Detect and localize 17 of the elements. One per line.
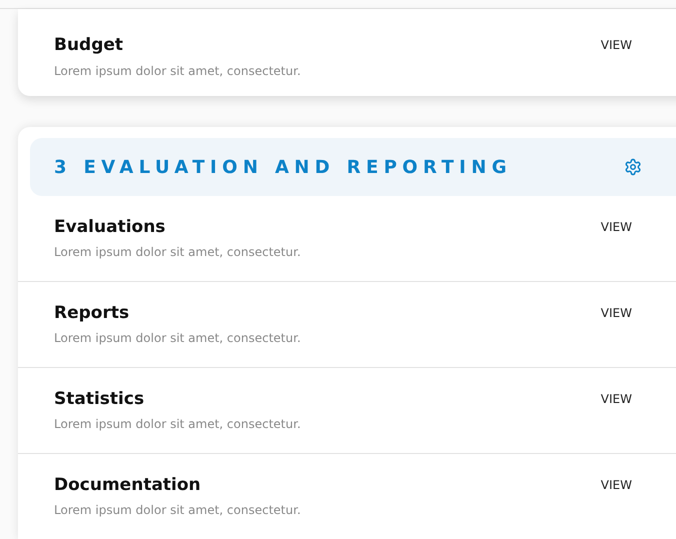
section-title: 3 EVALUATION AND REPORTING [54, 156, 512, 180]
item-description: Lorem ipsum dolor sit amet, consectetur. [54, 502, 301, 518]
item-title: Reports [54, 302, 130, 324]
item-description: Lorem ipsum dolor sit amet, consectetur. [54, 416, 301, 432]
item-title: Evaluations [54, 216, 166, 238]
view-link[interactable]: VIEW [600, 37, 632, 53]
item-title: Statistics [54, 388, 146, 410]
settings-icon[interactable] [624, 158, 642, 176]
item-description: Lorem ipsum dolor sit amet, consectetur. [54, 330, 301, 346]
view-link[interactable]: VIEW [600, 219, 632, 235]
item-description: Lorem ipsum dolor sit amet, consectetur. [54, 63, 301, 79]
item-title: Documentation [54, 474, 202, 496]
view-link[interactable]: VIEW [600, 391, 632, 407]
item-title: Budget [54, 35, 124, 55]
item-description: Lorem ipsum dolor sit amet, consectetur. [54, 244, 301, 260]
view-link[interactable]: VIEW [600, 305, 632, 321]
view-link[interactable]: VIEW [600, 477, 632, 493]
